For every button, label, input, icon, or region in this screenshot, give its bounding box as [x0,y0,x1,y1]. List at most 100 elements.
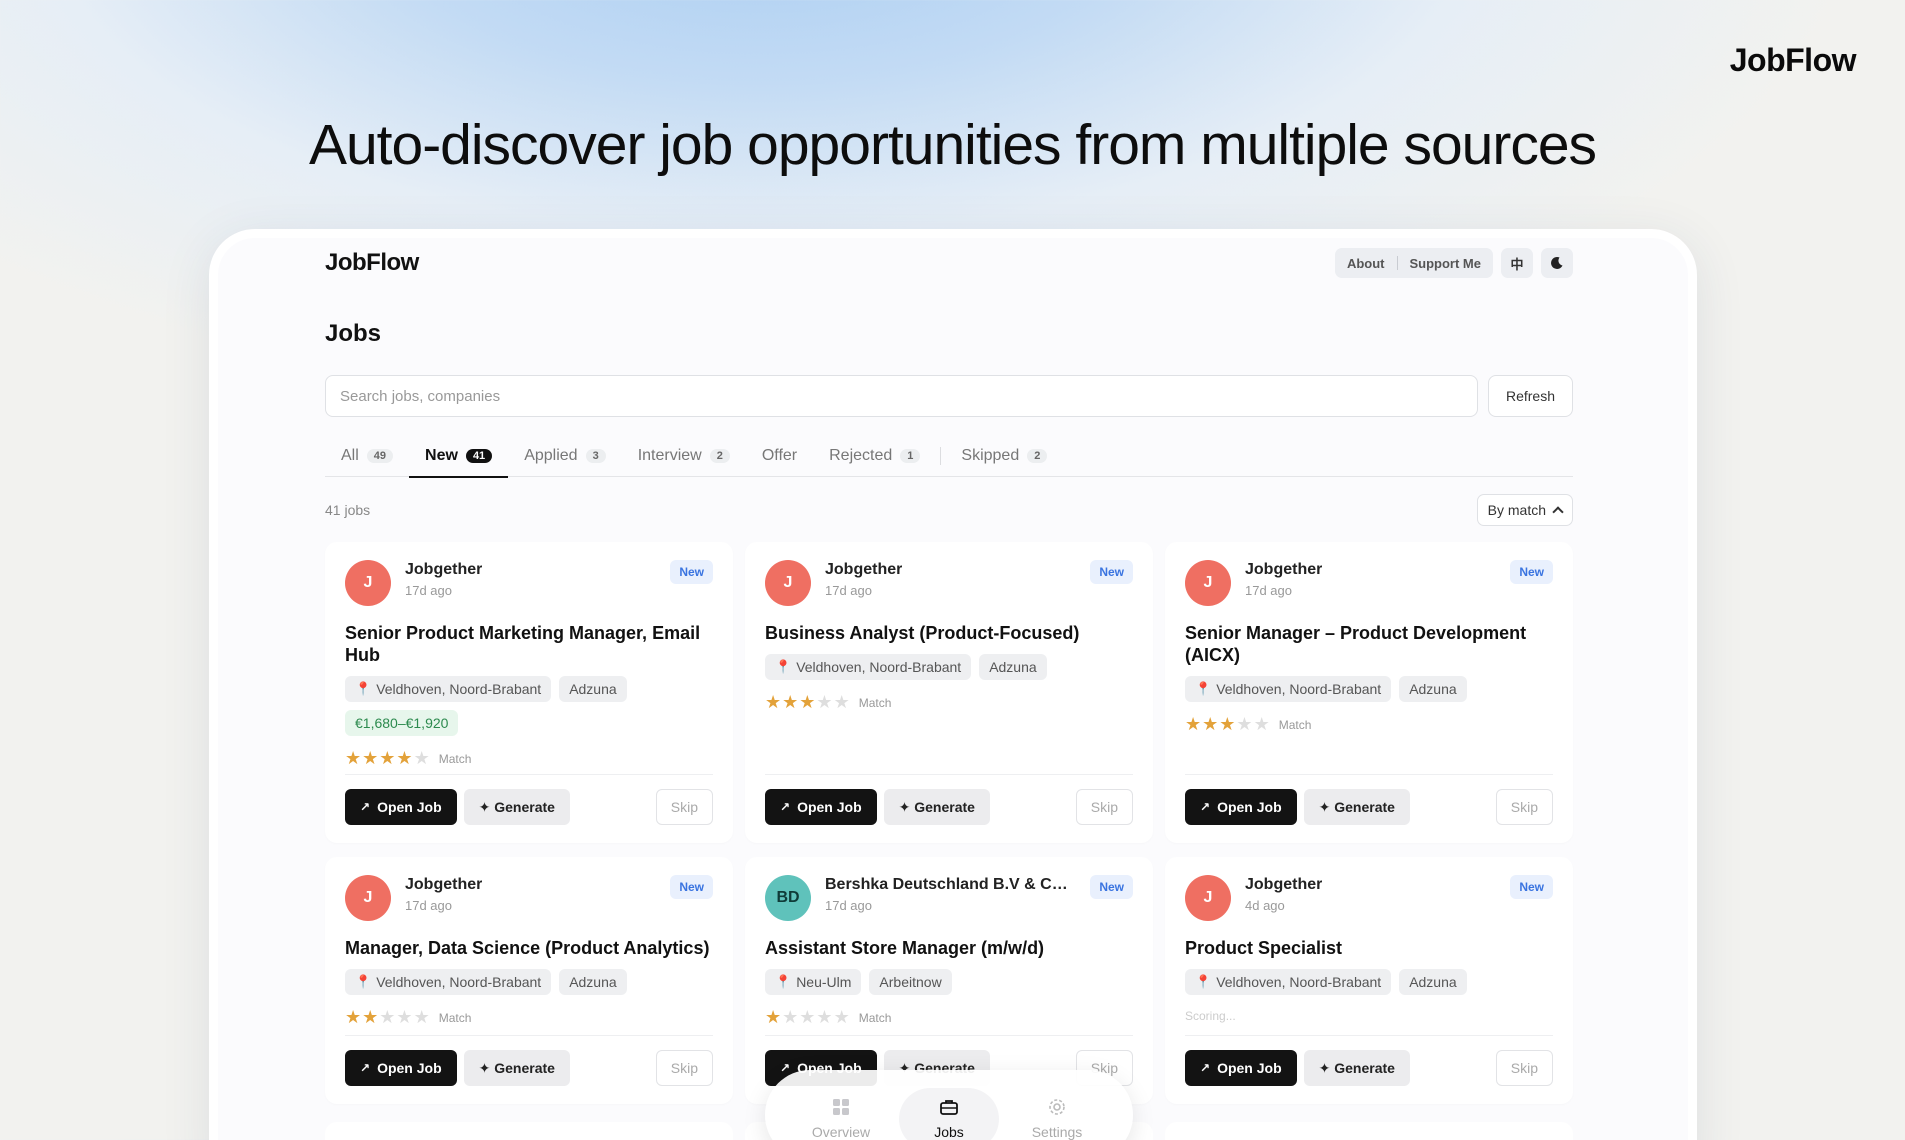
card-actions: ↗ Open Job ✦ Generate Skip [345,1035,713,1086]
generate-button[interactable]: ✦ Generate [1303,1050,1410,1086]
star-icon: ★ [396,748,413,768]
skip-label: Skip [1510,799,1538,815]
tab-applied[interactable]: Applied 3 [508,435,622,477]
company-name: Bershka Deutschland B.V & Co. ... [825,876,1075,893]
hero-title: Auto-discover job opportunities from mul… [308,113,1597,177]
job-tags: 📍 Veldhoven, Noord-Brabant Adzuna [345,676,713,702]
external-link-icon: ↗ [780,800,791,814]
search-input[interactable]: Search jobs, companies [325,375,1478,417]
open-job-button[interactable]: ↗ Open Job [765,789,877,825]
star-icon: ★ [765,692,782,712]
job-card[interactable]: J Jobgether 17d ago New Business Analyst (Pr… [745,542,1153,843]
language-toggle-button[interactable]: 中 [1501,248,1533,278]
generate-label: ✦ Generate [478,1059,555,1076]
match-rating: ★ ★ ★ ★ ★ Match [345,1007,713,1028]
divider [1396,256,1398,270]
tab-skipped[interactable]: Skipped 2 [945,435,1063,477]
generate-label: ✦ Generate [898,798,975,815]
generate-button[interactable]: ✦ Generate [883,789,990,825]
location-text: Veldhoven, Noord-Brabant [376,681,542,697]
job-card[interactable]: J Jobgether 4d ago New Product Specialist 📍 Ve… [1165,857,1573,1104]
sort-dropdown[interactable]: By match [1476,494,1573,526]
open-job-button[interactable]: ↗ Open Job [345,1050,457,1086]
about-link[interactable]: About [1347,256,1385,271]
nav-settings[interactable]: Settings [1007,1088,1107,1140]
nav-overview[interactable]: Overview [791,1088,891,1140]
pin-icon: 📍 [1195,681,1212,696]
open-job-button[interactable]: ↗ Open Job [345,789,457,825]
match-label: Match [438,751,472,766]
location-text: Veldhoven, Noord-Brabant [1216,974,1382,990]
support-link[interactable]: Support Me [1410,256,1482,271]
star-icon: ★ [765,1007,782,1027]
company-name: Jobgether [825,561,903,578]
refresh-button[interactable]: Refresh [1488,375,1573,417]
job-title[interactable]: Senior Product Marketing Manager, Email … [345,622,713,666]
job-tags: 📍 Neu-Ulm Arbeitnow [765,969,1133,995]
pin-icon: 📍 [775,659,792,674]
avatar: J [1185,875,1231,921]
job-tags: 📍 Veldhoven, Noord-Brabant Adzuna [1185,676,1553,702]
location-tag: 📍 Neu-Ulm [765,969,862,995]
tab-offer[interactable]: Offer [746,435,813,477]
card-actions: ↗ Open Job ✦ Generate Skip [1185,774,1553,825]
job-title[interactable]: Manager, Data Science (Product Analytics… [345,937,713,959]
card-header: J Jobgether 17d ago New [345,875,713,921]
status-badge: New [1090,875,1133,899]
company-info: Jobgether 4d ago [1245,875,1322,913]
app-logo[interactable]: JobFlow [325,249,419,277]
tab-count: 49 [366,448,394,463]
star-icon: ★ [345,748,362,768]
star-icon: ★ [782,692,799,712]
about-support-group: About Support Me [1334,248,1493,278]
gear-icon [1049,1099,1065,1115]
star-icon: ★ [1202,714,1219,734]
skip-label: Skip [1510,1060,1538,1076]
job-card[interactable]: J Jobgether 17d ago New Manager, Data Scienc… [325,857,733,1104]
company-info: Jobgether 17d ago [825,560,902,598]
star-icon: ★ [833,1007,850,1027]
job-title[interactable]: Assistant Store Manager (m/w/d) [765,937,1133,959]
star-icon: ★ [362,748,379,768]
skip-button[interactable]: Skip [1075,789,1133,825]
skip-button[interactable]: Skip [1495,1050,1553,1086]
job-card[interactable]: J Jobgether 17d ago New Senior Product Marke… [325,542,733,843]
skip-button[interactable]: Skip [655,1050,713,1086]
tab-rejected[interactable]: Rejected 1 [813,435,936,477]
nav-jobs[interactable]: Jobs [899,1088,999,1140]
job-title[interactable]: Business Analyst (Product-Focused) [765,622,1133,644]
tab-all[interactable]: All 49 [325,435,409,477]
tab-label: Skipped [961,446,1020,464]
card-header: J Jobgether 17d ago New [345,560,713,606]
theme-toggle-button[interactable] [1541,248,1573,278]
generate-button[interactable]: ✦ Generate [463,1050,570,1086]
location-text: Veldhoven, Noord-Brabant [376,974,542,990]
generate-button[interactable]: ✦ Generate [1303,789,1410,825]
star-icon: ★ [1236,714,1253,734]
match-label: Match [1278,717,1312,732]
generate-label: ✦ Generate [478,798,555,815]
external-link-icon: ↗ [360,800,371,814]
open-job-button[interactable]: ↗ Open Job [1185,1050,1297,1086]
skip-button[interactable]: Skip [1495,789,1553,825]
skip-label: Skip [670,799,698,815]
job-tags: 📍 Veldhoven, Noord-Brabant Adzuna [345,969,713,995]
skip-button[interactable]: Skip [655,789,713,825]
job-card[interactable]: BD Bershka Deutschland B.V & Co. ... 17d a… [745,857,1153,1104]
job-card[interactable]: J Jobgether 17d ago New Senior Manager – Pro… [1165,542,1573,843]
job-title[interactable]: Product Specialist [1185,937,1553,959]
source-tag: Adzuna [1399,969,1467,995]
job-title[interactable]: Senior Manager – Product Development (AI… [1185,622,1553,666]
open-job-button[interactable]: ↗ Open Job [1185,789,1297,825]
location-text: Neu-Ulm [796,974,852,990]
star-icon: ★ [396,1007,413,1027]
match-rating: ★ ★ ★ ★ ★ Match [765,1007,1133,1028]
generate-button[interactable]: ✦ Generate [463,789,570,825]
salary-badge: €1,680–€1,920 [345,710,459,736]
location-text: Veldhoven, Noord-Brabant [796,659,962,675]
external-link-icon: ↗ [1200,800,1211,814]
tab-interview[interactable]: Interview 2 [622,435,746,477]
external-link-icon: ↗ [360,1061,371,1075]
generate-label: ✦ Generate [1318,798,1395,815]
tab-new[interactable]: New 41 [409,435,509,478]
